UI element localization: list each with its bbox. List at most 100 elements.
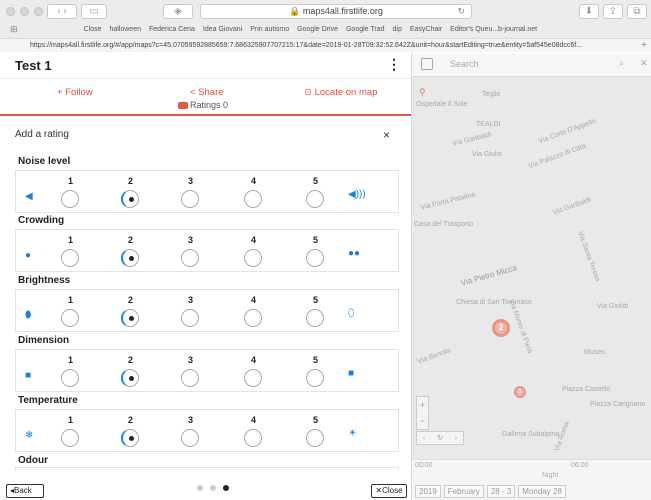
- bookmark-item[interactable]: Google Drive: [297, 26, 338, 33]
- rating-option[interactable]: 3: [181, 235, 201, 267]
- window-controls[interactable]: [6, 7, 43, 16]
- rating-option[interactable]: 1: [61, 295, 81, 327]
- rating-option[interactable]: 5: [306, 415, 326, 447]
- bookmark-item[interactable]: Federica Cena: [149, 26, 195, 33]
- next-icon[interactable]: ›: [455, 435, 457, 442]
- address-bar[interactable]: 🔒 maps4all.firstlife.org ↻: [200, 4, 472, 19]
- bookmark-item[interactable]: EasyChair: [410, 26, 442, 33]
- rating-option[interactable]: 4: [244, 235, 264, 267]
- radio-button[interactable]: [244, 309, 262, 327]
- radio-button[interactable]: [61, 369, 79, 387]
- maximize-window-icon[interactable]: [34, 7, 43, 16]
- close-icon[interactable]: ✕: [640, 58, 648, 69]
- refresh-icon[interactable]: ↻: [437, 434, 443, 442]
- url-tab-bar[interactable]: https://maps4all.firstlife.org/#/app/map…: [0, 38, 651, 52]
- minimize-window-icon[interactable]: [20, 7, 29, 16]
- reload-icon[interactable]: ↻: [457, 5, 465, 18]
- timeline-bar[interactable]: 00:00 06:00 Night 2019 February 28 - 3 M…: [412, 459, 651, 500]
- rating-option[interactable]: 5: [306, 235, 326, 267]
- close-rating-button[interactable]: ×: [383, 128, 390, 142]
- rating-option[interactable]: 5: [306, 295, 326, 327]
- date-chip[interactable]: February: [443, 485, 484, 498]
- bookmark-item[interactable]: Close: [84, 26, 102, 33]
- rating-option[interactable]: 1: [61, 415, 81, 447]
- share-page-icon[interactable]: ⇪: [603, 4, 623, 19]
- bookmark-item[interactable]: Editor's Queu...b-journal.net: [450, 26, 537, 33]
- rating-option[interactable]: 3: [181, 176, 201, 208]
- rating-option[interactable]: 4: [244, 415, 264, 447]
- radio-button[interactable]: [306, 309, 324, 327]
- radio-button[interactable]: [306, 429, 324, 447]
- rating-option[interactable]: 2: [121, 415, 141, 447]
- new-tab-icon[interactable]: +: [641, 39, 647, 52]
- rating-option[interactable]: 3: [181, 355, 201, 387]
- back-forward-buttons[interactable]: ‹ ›: [47, 4, 77, 19]
- map-cluster-marker[interactable]: 2: [492, 319, 510, 337]
- rating-option[interactable]: 2: [121, 295, 141, 327]
- radio-button[interactable]: [306, 190, 324, 208]
- shield-icon[interactable]: ◈: [163, 4, 193, 19]
- page-dot[interactable]: [210, 485, 216, 491]
- tabs-icon[interactable]: ⧉: [627, 4, 647, 19]
- rating-option[interactable]: 5: [306, 355, 326, 387]
- radio-button[interactable]: [181, 190, 199, 208]
- bookmark-item[interactable]: dip: [393, 26, 402, 33]
- radio-selected[interactable]: [121, 249, 139, 267]
- radio-button[interactable]: [244, 190, 262, 208]
- bookmark-item[interactable]: Prin autismo: [250, 26, 289, 33]
- date-chip[interactable]: Monday 28: [518, 485, 566, 498]
- layers-icon[interactable]: [421, 58, 433, 70]
- radio-button[interactable]: [244, 429, 262, 447]
- radio-button[interactable]: [61, 429, 79, 447]
- rating-option[interactable]: 5: [306, 176, 326, 208]
- radio-selected[interactable]: [121, 309, 139, 327]
- ratings-tab-partial[interactable]: Ratings 0: [178, 100, 228, 110]
- search-icon[interactable]: ⌕: [619, 58, 624, 69]
- date-chip[interactable]: 28 - 3: [486, 485, 516, 498]
- rating-option[interactable]: 3: [181, 415, 201, 447]
- radio-button[interactable]: [181, 429, 199, 447]
- bookmark-item[interactable]: Google Trad: [346, 26, 385, 33]
- page-dot-active[interactable]: [223, 485, 229, 491]
- radio-button[interactable]: [61, 309, 79, 327]
- rating-option[interactable]: 1: [61, 235, 81, 267]
- page-dot[interactable]: [197, 485, 203, 491]
- share-button[interactable]: < Share: [190, 87, 224, 98]
- rating-option[interactable]: 4: [244, 295, 264, 327]
- download-icon[interactable]: ⬇: [579, 4, 599, 19]
- zoom-in-button[interactable]: +: [417, 397, 428, 413]
- radio-button[interactable]: [306, 249, 324, 267]
- map-search-input[interactable]: Search: [450, 59, 479, 69]
- follow-button[interactable]: + Follow: [57, 87, 93, 98]
- rating-option[interactable]: 2: [121, 235, 141, 267]
- radio-button[interactable]: [244, 249, 262, 267]
- date-chip[interactable]: 2019: [415, 485, 441, 498]
- back-button[interactable]: ◂Back: [6, 484, 44, 498]
- radio-selected[interactable]: [121, 190, 139, 208]
- sidebar-toggle-icon[interactable]: ▭: [81, 4, 107, 19]
- rating-option[interactable]: 3: [181, 295, 201, 327]
- grid-icon[interactable]: ⊞: [10, 24, 18, 35]
- radio-button[interactable]: [181, 369, 199, 387]
- map-view[interactable]: Search ⌕ ✕ ⚲ Teglie Ospedale Il Sole Via…: [411, 53, 651, 500]
- radio-button[interactable]: [306, 369, 324, 387]
- rating-option[interactable]: 4: [244, 176, 264, 208]
- rating-option[interactable]: 2: [121, 176, 141, 208]
- location-pin-icon[interactable]: ⚲: [419, 87, 426, 98]
- radio-selected[interactable]: [121, 369, 139, 387]
- close-button[interactable]: ✕Close: [371, 484, 407, 498]
- radio-button[interactable]: [181, 249, 199, 267]
- zoom-out-button[interactable]: −: [417, 413, 428, 429]
- radio-button[interactable]: [181, 309, 199, 327]
- bookmark-item[interactable]: halloween: [109, 26, 141, 33]
- radio-button[interactable]: [61, 249, 79, 267]
- rating-option[interactable]: 1: [61, 176, 81, 208]
- prev-icon[interactable]: ‹: [423, 435, 425, 442]
- close-window-icon[interactable]: [6, 7, 15, 16]
- bookmark-item[interactable]: Idea Giovani: [203, 26, 242, 33]
- more-menu-icon[interactable]: ⋮: [387, 56, 401, 73]
- rating-option[interactable]: 4: [244, 355, 264, 387]
- rating-option[interactable]: 1: [61, 355, 81, 387]
- radio-button[interactable]: [61, 190, 79, 208]
- radio-button[interactable]: [244, 369, 262, 387]
